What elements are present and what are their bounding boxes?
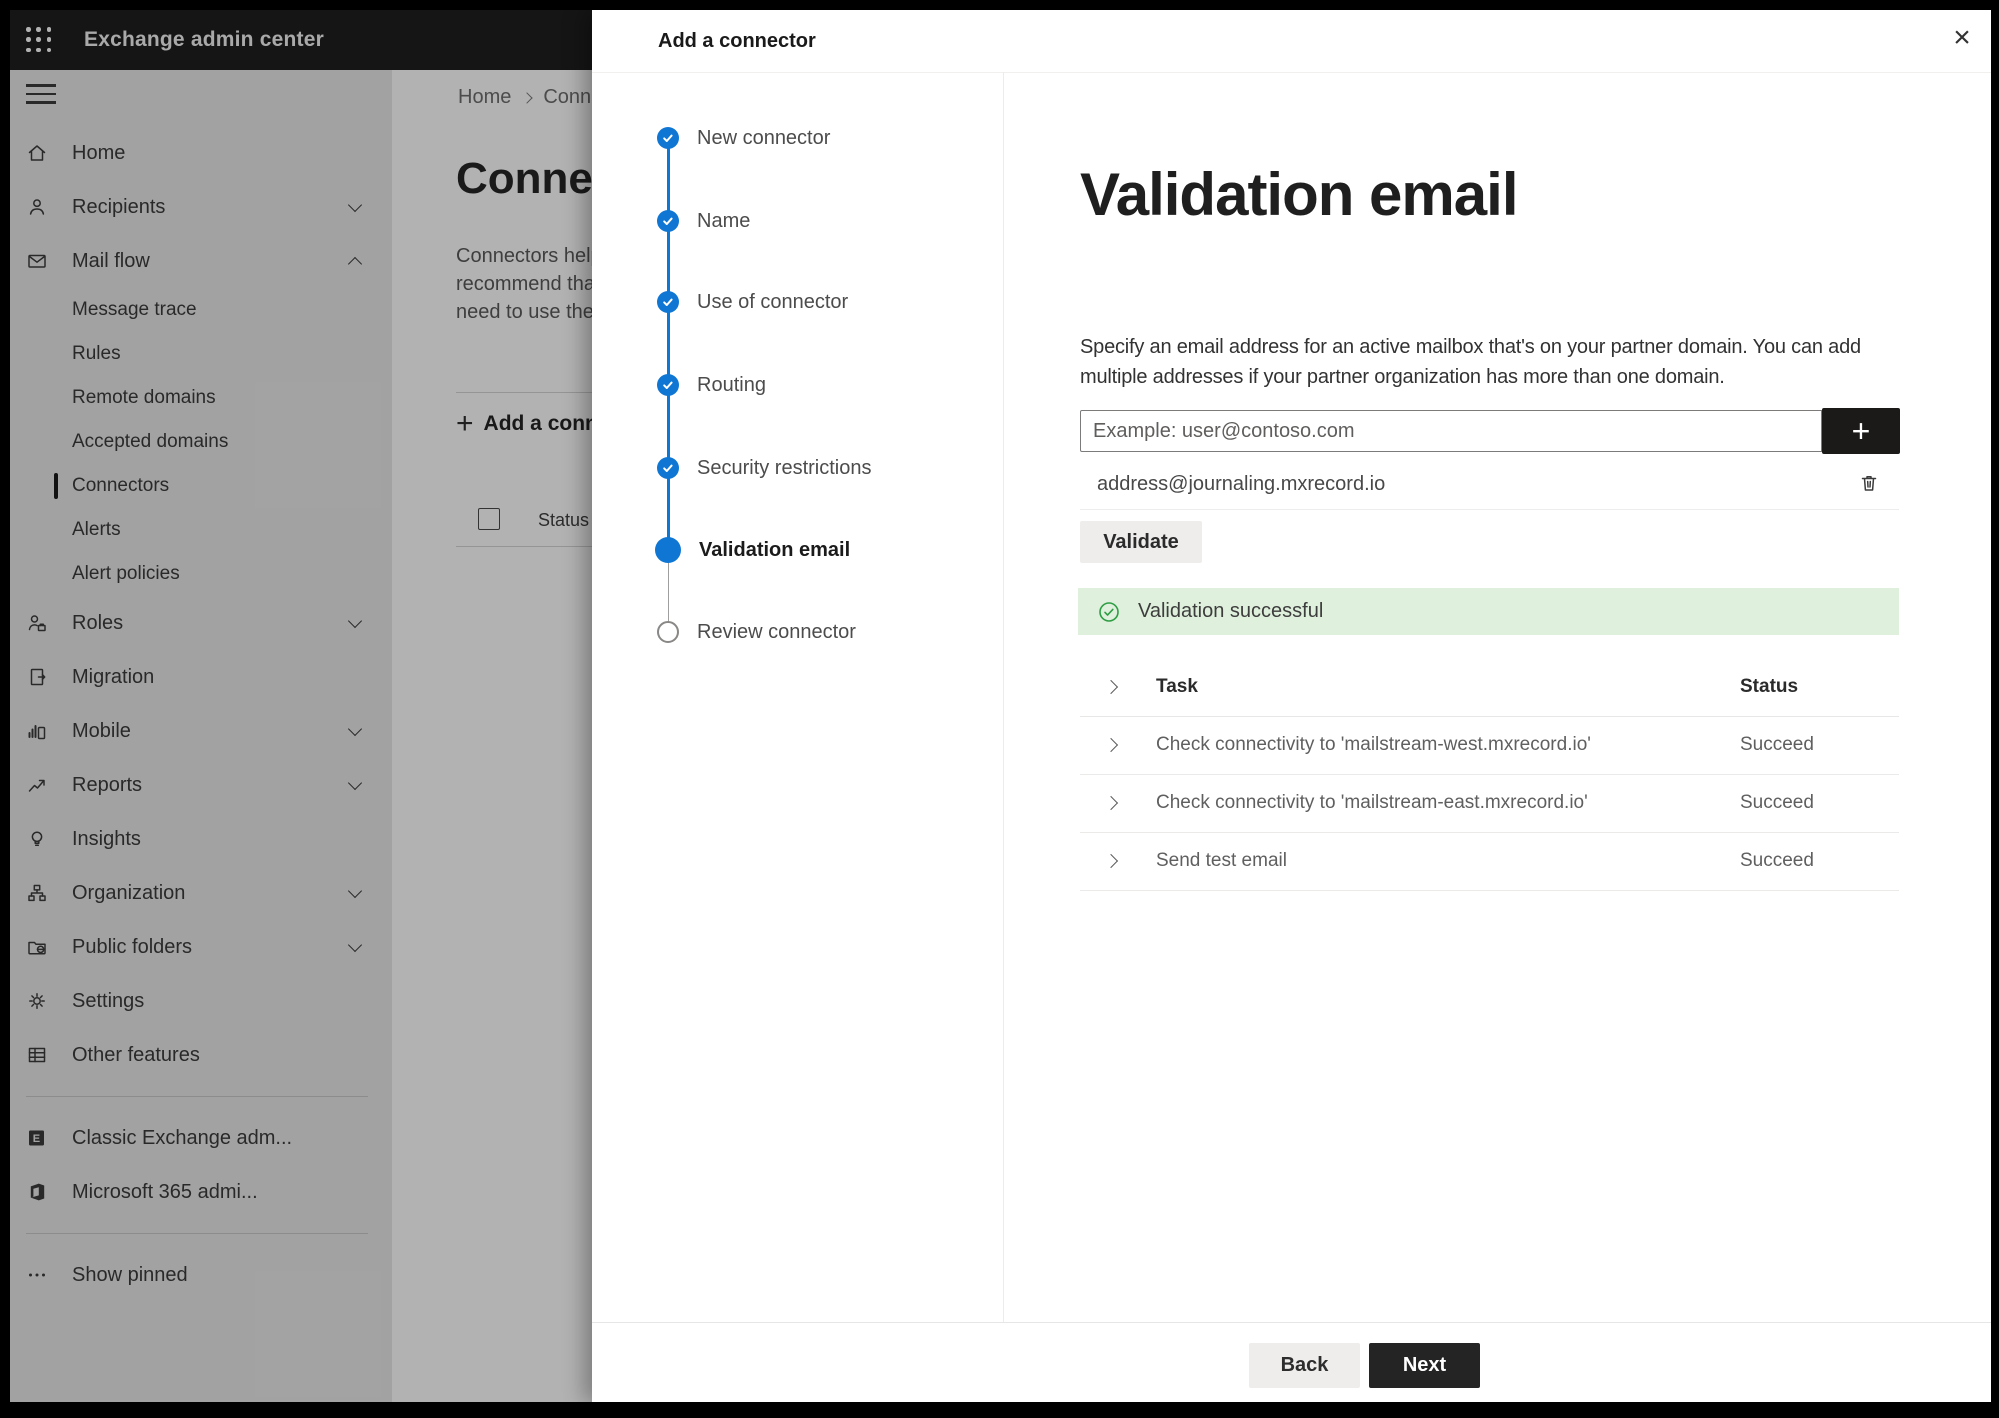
step-check-icon [657, 457, 679, 479]
added-address-text: address@journaling.mxrecord.io [1097, 472, 1386, 495]
table-row[interactable]: Send test email Succeed [1080, 832, 1899, 891]
panel-title: Add a connector [658, 29, 816, 52]
add-connector-panel: Add a connector × New connector Name Use… [592, 10, 1991, 1402]
email-address-input[interactable] [1080, 410, 1822, 452]
next-button[interactable]: Next [1369, 1343, 1480, 1388]
step-current-dot [655, 537, 681, 563]
task-column-header: Task [1156, 676, 1198, 697]
modal-dim-overlay [0, 0, 592, 1418]
step-check-icon [657, 374, 679, 396]
chevron-right-icon[interactable] [1103, 853, 1119, 869]
add-address-button[interactable]: + [1822, 408, 1900, 454]
back-button[interactable]: Back [1249, 1343, 1360, 1388]
status-cell: Succeed [1740, 792, 1814, 813]
chevron-right-icon[interactable] [1103, 737, 1119, 753]
stepper-divider [1003, 72, 1004, 1322]
status-cell: Succeed [1740, 850, 1814, 871]
step-use-of-connector[interactable]: Use of connector [657, 289, 848, 315]
step-security-restrictions[interactable]: Security restrictions [657, 455, 872, 481]
status-cell: Succeed [1740, 734, 1814, 755]
step-new-connector[interactable]: New connector [657, 125, 830, 151]
validation-success-banner: Validation successful [1078, 588, 1899, 635]
stepper-track-complete [667, 138, 670, 550]
step-check-icon [657, 291, 679, 313]
content-heading: Validation email [1080, 161, 1518, 228]
added-address-row: address@journaling.mxrecord.io [1097, 464, 1385, 504]
status-column-header: Status [1740, 676, 1799, 697]
task-cell: Send test email [1156, 850, 1287, 871]
chevron-right-icon[interactable] [1103, 679, 1119, 695]
step-validation-email[interactable]: Validation email [655, 537, 850, 563]
footer-divider [592, 1322, 1991, 1323]
validate-button[interactable]: Validate [1080, 521, 1202, 563]
table-row[interactable]: Check connectivity to 'mailstream-east.m… [1080, 774, 1899, 833]
close-icon[interactable]: × [1944, 20, 1980, 56]
success-check-icon [1098, 601, 1120, 623]
step-upcoming-dot [657, 621, 679, 643]
step-check-icon [657, 127, 679, 149]
chevron-right-icon[interactable] [1103, 795, 1119, 811]
step-check-icon [657, 210, 679, 232]
step-routing[interactable]: Routing [657, 372, 766, 398]
table-header-row: Task Status [1080, 658, 1899, 717]
step-name[interactable]: Name [657, 208, 750, 234]
divider [1080, 509, 1899, 510]
panel-header-divider [592, 72, 1991, 73]
step-review-connector[interactable]: Review connector [657, 619, 856, 645]
success-message: Validation successful [1138, 600, 1324, 622]
table-row[interactable]: Check connectivity to 'mailstream-west.m… [1080, 716, 1899, 775]
task-cell: Check connectivity to 'mailstream-west.m… [1156, 734, 1591, 755]
task-cell: Check connectivity to 'mailstream-east.m… [1156, 792, 1588, 813]
trash-icon[interactable] [1858, 472, 1880, 494]
plus-icon: + [1851, 412, 1871, 449]
content-description: Specify an email address for an active m… [1080, 336, 1861, 388]
